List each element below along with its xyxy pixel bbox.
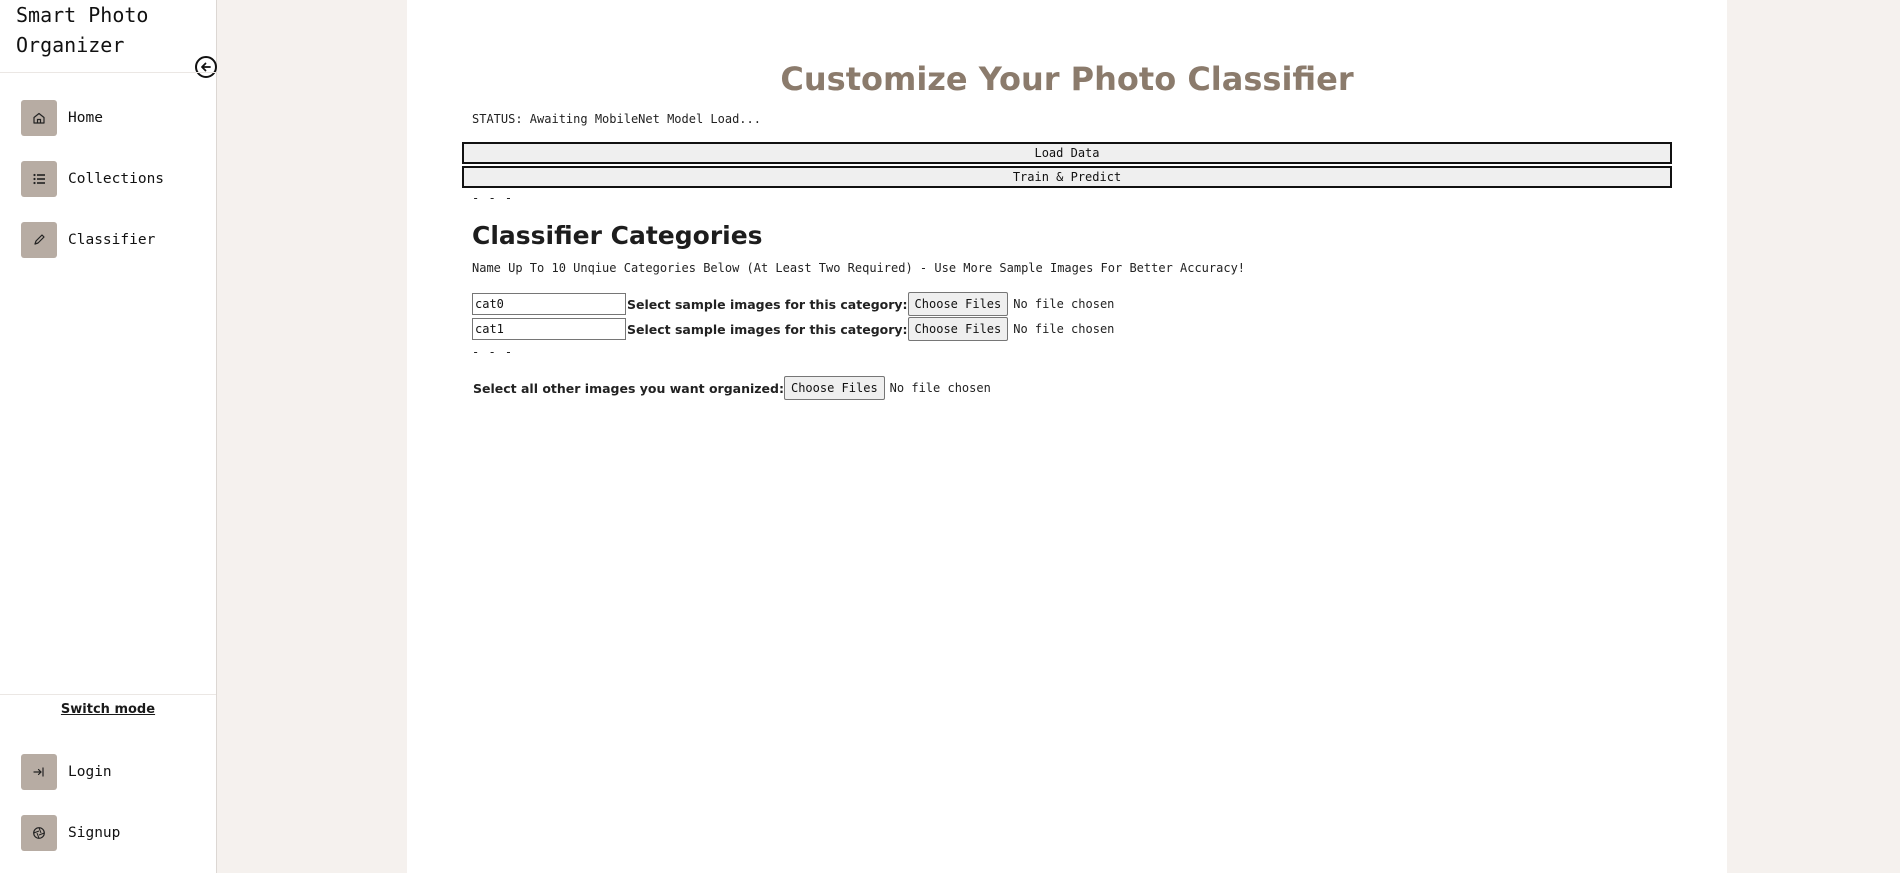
train-predict-button[interactable]: Train & Predict (462, 166, 1672, 188)
aperture-icon (21, 815, 57, 851)
other-images-label: Select all other images you want organiz… (473, 380, 784, 396)
categories-title: Classifier Categories (472, 221, 763, 250)
choose-other-files-button[interactable]: Choose Files (783, 376, 885, 400)
sidebar-divider (0, 72, 216, 73)
sidebar-item-home[interactable]: Home (21, 100, 103, 136)
sidebar-item-login[interactable]: Login (21, 754, 112, 790)
category-row: cat0 Select sample images for this categ… (472, 292, 1114, 316)
sidebar: Smart Photo Organizer Home Collections C… (0, 0, 217, 873)
file-status: No file chosen (889, 381, 991, 395)
category-sample-label: Select sample images for this category: (627, 296, 908, 312)
category-row: cat1 Select sample images for this categ… (472, 317, 1114, 341)
sidebar-divider (0, 694, 216, 695)
separator: - - - (472, 345, 514, 359)
load-data-button[interactable]: Load Data (462, 142, 1672, 164)
brand-line-2: Organizer (16, 33, 125, 57)
main-panel: Customize Your Photo Classifier STATUS: … (407, 0, 1727, 873)
category-name-input[interactable]: cat1 (472, 318, 626, 340)
brand-line-1: Smart Photo (16, 3, 149, 27)
file-status: No file chosen (1013, 297, 1115, 311)
category-name-input[interactable]: cat0 (472, 293, 626, 315)
status-text: STATUS: Awaiting MobileNet Model Load... (472, 112, 761, 126)
separator: - - - (472, 191, 514, 205)
sidebar-item-label: Home (68, 110, 103, 126)
sidebar-item-label: Login (68, 764, 112, 780)
home-icon (21, 100, 57, 136)
file-status: No file chosen (1013, 322, 1115, 336)
sidebar-item-label: Classifier (68, 232, 156, 248)
app-brand: Smart Photo Organizer (16, 0, 148, 60)
pencil-icon (21, 222, 57, 258)
page-title: Customize Your Photo Classifier (780, 60, 1354, 98)
other-images-row: Select all other images you want organiz… (472, 375, 991, 401)
collapse-sidebar-button[interactable] (195, 56, 217, 78)
choose-files-button[interactable]: Choose Files (907, 317, 1009, 341)
sidebar-item-signup[interactable]: Signup (21, 815, 120, 851)
sidebar-item-label: Collections (68, 171, 165, 187)
switch-mode-link[interactable]: Switch mode (0, 702, 216, 717)
categories-instructions: Name Up To 10 Unqiue Categories Below (A… (472, 261, 1246, 275)
choose-files-button[interactable]: Choose Files (907, 292, 1009, 316)
sidebar-item-label: Signup (68, 825, 121, 841)
sidebar-item-collections[interactable]: Collections (21, 161, 164, 197)
login-icon (21, 754, 57, 790)
sidebar-item-classifier[interactable]: Classifier (21, 222, 155, 258)
list-icon (21, 161, 57, 197)
category-sample-label: Select sample images for this category: (627, 321, 908, 337)
